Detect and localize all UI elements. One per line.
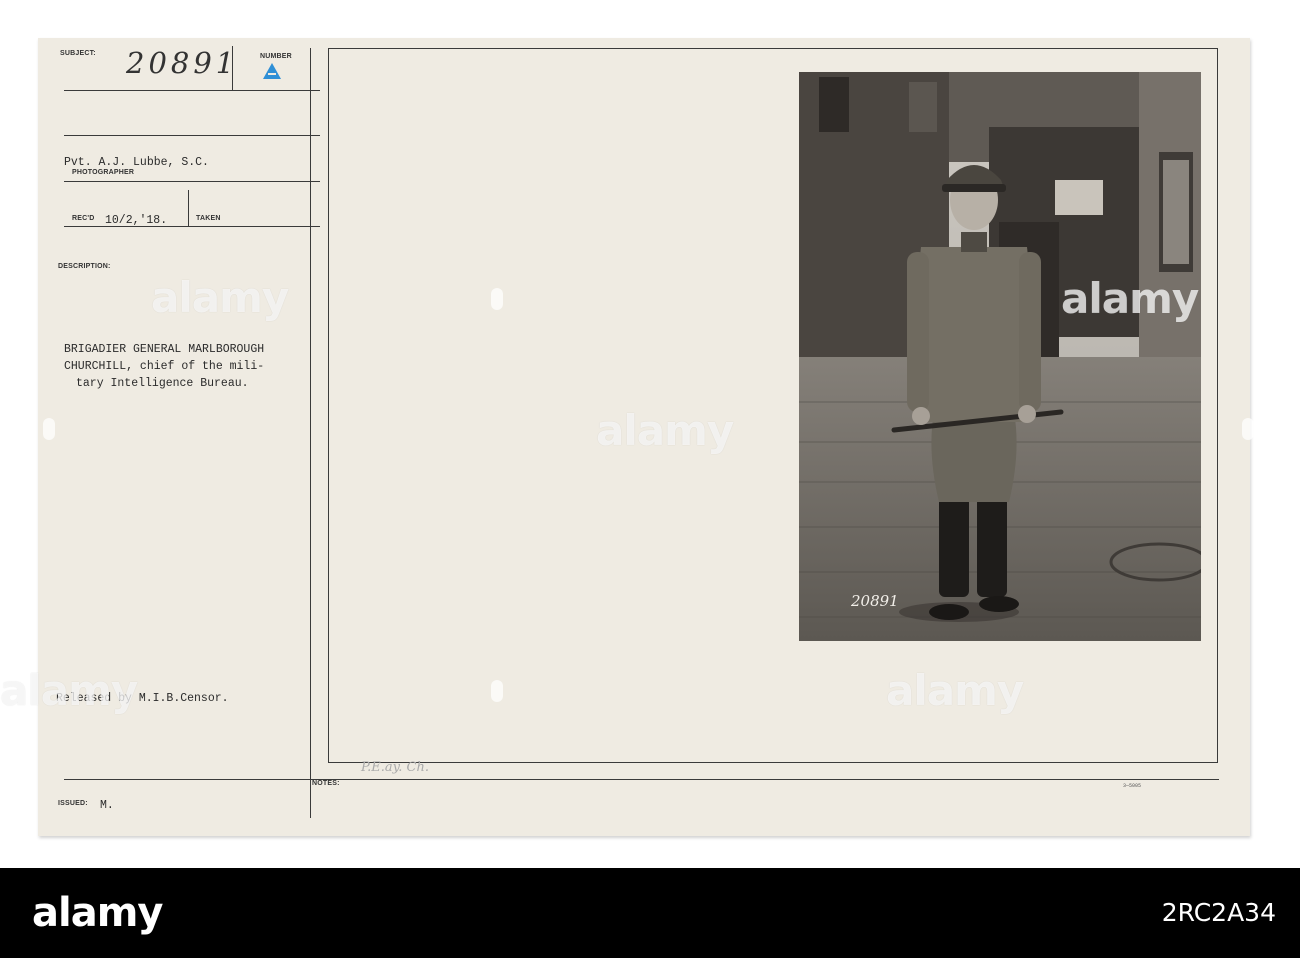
description-line-3: tary Intelligence Bureau. bbox=[76, 377, 249, 390]
photograph: 20891 bbox=[799, 72, 1201, 641]
rule-frame-right bbox=[1217, 48, 1218, 763]
rule-photographer bbox=[64, 181, 320, 182]
watermark-2: alamy bbox=[596, 406, 734, 455]
rule-frame-left bbox=[328, 48, 329, 763]
notes-label: NOTES: bbox=[312, 780, 340, 787]
watermark-5: alamy bbox=[886, 666, 1024, 715]
watermark-1: alamy bbox=[151, 273, 289, 322]
photographer-name: Pvt. A.J. Lubbe, S.C. bbox=[64, 156, 209, 169]
taken-label: TAKEN bbox=[196, 215, 221, 222]
rule-under-number bbox=[64, 135, 320, 136]
subject-label: SUBJECT: bbox=[60, 50, 96, 57]
number-label: NUMBER bbox=[260, 53, 292, 60]
description-line-2: CHURCHILL, chief of the mili- bbox=[64, 360, 265, 373]
number-letter-stamp bbox=[260, 62, 284, 80]
issued-value: M. bbox=[100, 799, 114, 812]
image-reference: 2RC2A34 bbox=[1161, 898, 1276, 927]
subject-number: 20891 bbox=[126, 46, 239, 80]
stock-number: 3—5005 bbox=[1123, 783, 1142, 789]
watermark-3: alamy bbox=[1061, 274, 1199, 323]
negative-number: 20891 bbox=[850, 592, 899, 610]
rule-frame-top bbox=[328, 48, 1218, 49]
rule-column-divider bbox=[310, 48, 311, 818]
officer-portrait: 20891 bbox=[799, 72, 1201, 641]
rule-subject bbox=[64, 90, 320, 91]
watermark-mark-2 bbox=[491, 680, 503, 702]
description-line-1: BRIGADIER GENERAL MARLBOROUGH bbox=[64, 343, 265, 356]
watermark-4: alamy bbox=[0, 666, 138, 715]
stock-footer: alamy 2RC2A34 bbox=[0, 868, 1300, 958]
watermark-mark-3 bbox=[43, 418, 55, 440]
rule-frame-bottom bbox=[328, 762, 1218, 763]
photographer-label: PHOTOGRAPHER bbox=[72, 169, 135, 176]
received-label: REC'D bbox=[72, 215, 95, 222]
rule-taken-divider bbox=[188, 190, 189, 226]
pencil-note: P.E.ay. Ch. bbox=[361, 760, 429, 775]
description-label: DESCRIPTION: bbox=[58, 263, 111, 270]
watermark-mark-1 bbox=[491, 288, 503, 310]
rule-received bbox=[64, 226, 320, 227]
footer-logo[interactable]: alamy bbox=[32, 890, 163, 936]
rule-bottom bbox=[64, 779, 1219, 780]
watermark-mark-4 bbox=[1242, 418, 1254, 440]
received-date: 10/2,'18. bbox=[105, 214, 168, 227]
issued-label: ISSUED: bbox=[58, 800, 88, 807]
